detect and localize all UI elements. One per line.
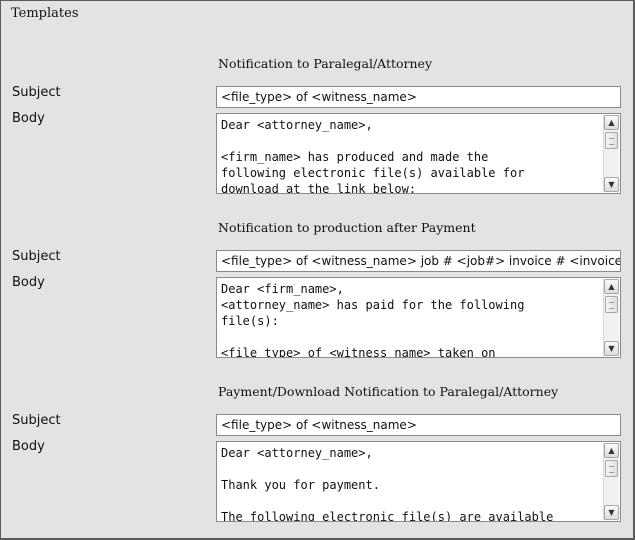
body-textarea-production-after-payment[interactable]: Dear <firm_name>, <attorney_name> has pa… bbox=[216, 277, 621, 358]
scrollbar-thumb[interactable] bbox=[605, 132, 618, 149]
scroll-up-arrow-icon[interactable]: ▲ bbox=[604, 279, 619, 294]
subject-input-paralegal-notification[interactable]: <file_type> of <witness_name> bbox=[216, 86, 621, 108]
body-text: Dear <attorney_name>, <firm_name> has pr… bbox=[221, 118, 525, 194]
subject-input-payment-download-notification[interactable]: <file_type> of <witness_name> bbox=[216, 414, 621, 436]
templates-panel: Templates Notification to Paralegal/Atto… bbox=[0, 0, 635, 540]
vertical-scrollbar[interactable]: ▲ ▼ bbox=[603, 115, 619, 192]
section-heading-payment-download-notification: Payment/Download Notification to Paraleg… bbox=[218, 384, 559, 399]
section-heading-paralegal-notification: Notification to Paralegal/Attorney bbox=[218, 56, 433, 71]
subject-label: Subject bbox=[12, 85, 61, 100]
scroll-down-arrow-icon[interactable]: ▼ bbox=[604, 177, 619, 192]
body-textarea-paralegal-notification[interactable]: Dear <attorney_name>, <firm_name> has pr… bbox=[216, 113, 621, 194]
body-label: Body bbox=[12, 111, 45, 126]
body-text: Dear <firm_name>, <attorney_name> has pa… bbox=[221, 282, 525, 358]
vertical-scrollbar[interactable]: ▲ ▼ bbox=[603, 443, 619, 520]
panel-title: Templates bbox=[11, 6, 79, 21]
scroll-down-arrow-icon[interactable]: ▼ bbox=[604, 341, 619, 356]
scroll-up-arrow-icon[interactable]: ▲ bbox=[604, 443, 619, 458]
subject-label: Subject bbox=[12, 249, 61, 264]
subject-label: Subject bbox=[12, 413, 61, 428]
section-heading-production-after-payment: Notification to production after Payment bbox=[218, 220, 476, 235]
scroll-up-arrow-icon[interactable]: ▲ bbox=[604, 115, 619, 130]
subject-input-production-after-payment[interactable]: <file_type> of <witness_name> job # <job… bbox=[216, 250, 621, 272]
vertical-scrollbar[interactable]: ▲ ▼ bbox=[603, 279, 619, 356]
body-label: Body bbox=[12, 275, 45, 290]
body-text: Dear <attorney_name>, Thank you for paym… bbox=[221, 446, 554, 522]
scroll-down-arrow-icon[interactable]: ▼ bbox=[604, 505, 619, 520]
body-label: Body bbox=[12, 439, 45, 454]
scrollbar-thumb[interactable] bbox=[605, 296, 618, 313]
scrollbar-thumb[interactable] bbox=[605, 460, 618, 477]
body-textarea-payment-download-notification[interactable]: Dear <attorney_name>, Thank you for paym… bbox=[216, 441, 621, 522]
